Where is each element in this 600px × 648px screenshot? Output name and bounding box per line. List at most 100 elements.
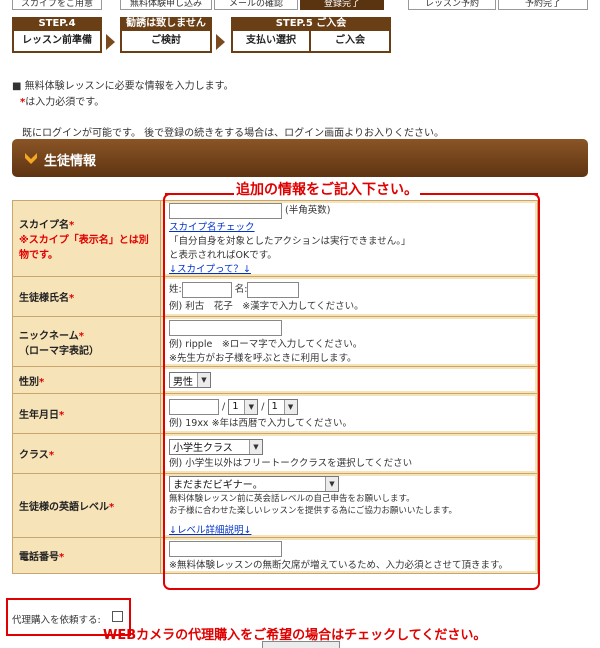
mei-label: 名: — [234, 284, 248, 296]
skype-value: (半角英数) スカイプ名チェック 「自分自身を対象としたアクションは実行できませ… — [163, 202, 535, 275]
form-row-skype: スカイプ名* ※スカイプ「表示名」とは別物です。 (半角英数) スカイプ名チェッ… — [13, 201, 537, 276]
level-note-2: お子様に合わせた楽しいレッスンを提供する為にご協力お願いいたします。 — [169, 505, 457, 516]
name-label: 生徒様氏名* — [13, 277, 161, 316]
birth-year-input[interactable] — [169, 398, 219, 415]
required-mark: * — [59, 552, 65, 563]
form-row-level: 生徒様の英語レベル* まだまだビギナー。 ▼ 無料体験レッスン前に英会話レベルの自… — [13, 473, 537, 537]
birth-day-select[interactable]: 1 ▼ — [267, 398, 298, 415]
chevron-down-icon: ▼ — [249, 439, 262, 454]
step-arrow-icon — [216, 34, 225, 50]
birth-month-select[interactable]: 1 ▼ — [228, 398, 259, 415]
step-consider-label: ご検討 — [120, 31, 212, 53]
class-select[interactable]: 小学生クラス ▼ — [169, 438, 263, 455]
notice-required: *は入力必須です。 — [20, 93, 104, 108]
callout-line — [165, 193, 235, 195]
date-separator: / — [261, 401, 265, 412]
phone-label-text: 電話番号 — [19, 552, 59, 563]
level-label-text: 生徒様の英語レベル — [19, 502, 109, 513]
mei-input[interactable] — [247, 281, 300, 298]
step-5: STEP.5 ご入会 支払い選択 ご入会 — [231, 17, 391, 55]
step-4-head: STEP.4 — [12, 17, 102, 31]
gender-value: 男性 ▼ — [163, 369, 535, 391]
step-consider: 勧誘は致しません ご検討 — [120, 17, 212, 55]
step-tab-mail-confirm: メールの確認 — [214, 0, 298, 10]
skype-help-link[interactable]: ↓スカイプって？↓ — [169, 264, 251, 275]
class-select-value: 小学生クラス — [173, 443, 233, 454]
sei-input[interactable] — [181, 281, 232, 298]
skype-label: スカイプ名* ※スカイプ「表示名」とは別物です。 — [13, 201, 161, 276]
name-example: 例) 利古 花子 ※漢字で入力してください。 — [169, 300, 364, 312]
chevron-down-icon: ▼ — [244, 399, 258, 414]
nickname-note-2: ※先生方がお子様を呼ぶときに利用します。 — [169, 352, 357, 364]
required-mark: * — [109, 502, 115, 513]
section-title: 生徒情報 — [44, 154, 97, 169]
birth-note: 例) 19xx ※年は西暦で入力してください。 — [169, 417, 352, 429]
step-arrow-icon — [106, 34, 115, 50]
nickname-input[interactable] — [169, 319, 282, 336]
proxy-purchase-label: 代理購入を依頼する: — [12, 615, 101, 626]
form-row-name: 生徒様氏名* 姓: 名: 例) 利古 花子 ※漢字で入力してください。 — [13, 276, 537, 316]
form-row-class: クラス* 小学生クラス ▼ 例) 小学生以外はフリートーククラスを選択してください — [13, 433, 537, 473]
required-mark: * — [78, 330, 84, 342]
notice-login: 既にログインが可能です。 後で登録の続きをする場合は、ログイン画面よりお入りくだ… — [22, 128, 444, 139]
step-tab-prepare-skype: スカイプをご用意 — [12, 0, 102, 10]
skype-name-input[interactable] — [169, 202, 282, 219]
gender-label-text: 性別 — [19, 376, 39, 388]
nickname-value: 例) ripple ※ローマ字で入力してください。 ※先生方がお子様を呼ぶときに… — [163, 319, 535, 364]
required-mark: * — [59, 410, 65, 421]
class-label: クラス* — [13, 434, 161, 473]
birth-day-value: 1 — [271, 401, 278, 412]
step-tab-lesson-booking: レッスン予約 — [408, 0, 496, 10]
level-detail-link[interactable]: ↓レベル詳細説明↓ — [169, 525, 251, 536]
gender-select[interactable]: 男性 ▼ — [169, 372, 211, 388]
proxy-purchase-checkbox[interactable] — [112, 611, 123, 622]
step-tab-booking-complete: 予約完了 — [498, 0, 588, 10]
section-chevron-icon — [25, 153, 37, 164]
step-tab-registration-complete: 登録完了 — [300, 0, 384, 10]
nickname-note-1: 例) ripple ※ローマ字で入力してください。 — [169, 338, 363, 350]
chevron-down-icon: ▼ — [325, 476, 338, 491]
step-5-join-label: ご入会 — [311, 31, 391, 53]
student-info-form: スカイプ名* ※スカイプ「表示名」とは別物です。 (半角英数) スカイプ名チェッ… — [12, 200, 538, 574]
phone-value: ※無料体験レッスンの無断欠席が増えているため、入力必須とさせて頂きます。 — [163, 540, 535, 571]
phone-input[interactable] — [169, 540, 282, 557]
sei-label: 姓: — [169, 284, 182, 296]
chevron-down-icon: ▼ — [283, 399, 297, 414]
step-5-head: STEP.5 ご入会 — [231, 17, 391, 31]
form-row-gender: 性別* 男性 ▼ — [13, 366, 537, 393]
birth-month-value: 1 — [232, 401, 239, 412]
required-mark: * — [69, 220, 75, 231]
gender-select-value: 男性 — [173, 376, 193, 388]
step-4: STEP.4 レッスン前準備 — [12, 17, 102, 55]
birth-label: 生年月日* — [13, 394, 161, 433]
class-value: 小学生クラス ▼ 例) 小学生以外はフリートーククラスを選択してください — [163, 436, 535, 471]
phone-label: 電話番号* — [13, 538, 161, 573]
submit-button[interactable] — [262, 641, 340, 648]
step-tab-apply: 無料体験申し込み — [120, 0, 212, 10]
chevron-down-icon: ▼ — [197, 373, 210, 387]
date-separator: / — [222, 401, 226, 412]
birth-value: / 1 ▼ / 1 ▼ 例) 19xx ※年は西暦で入力してください。 — [163, 396, 535, 431]
nickname-label-text: ニックネーム — [19, 330, 79, 342]
gender-label: 性別* — [13, 367, 161, 393]
step-4-label: レッスン前準備 — [12, 31, 102, 53]
form-row-birth: 生年月日* / 1 ▼ / 1 ▼ 例) 19xx ※年は西暦で入力してください。 — [13, 393, 537, 433]
notice-line-2: は入力必須です。 — [25, 97, 105, 108]
skype-note-1: 「自分自身を対象としたアクションは実行できません。」 — [169, 235, 411, 247]
level-note-1: 無料体験レッスン前に英会話レベルの自己申告をお願いします。 — [169, 493, 415, 504]
callout-title: 追加の情報をご記入下さい。 — [234, 179, 420, 199]
level-select[interactable]: まだまだビギナー。 ▼ — [169, 475, 339, 492]
form-row-phone: 電話番号* ※無料体験レッスンの無断欠席が増えているため、入力必須とさせて頂きま… — [13, 537, 537, 573]
section-header-student-info: 生徒情報 — [12, 139, 588, 177]
skype-label-note: ※スカイプ「表示名」とは別物です。 — [19, 235, 149, 261]
skype-check-link[interactable]: スカイプ名チェック — [169, 222, 255, 233]
skype-note-2: と表示されればOKです。 — [169, 249, 277, 261]
required-mark: * — [48, 450, 55, 461]
required-mark: * — [69, 293, 75, 304]
level-label: 生徒様の英語レベル* — [13, 474, 161, 537]
required-mark: * — [39, 376, 45, 388]
callout-line — [454, 193, 538, 195]
nickname-label: ニックネーム* （ローマ字表記） — [13, 317, 161, 366]
skype-hint: (半角英数) — [285, 205, 331, 217]
notice-line-1: ■ 無料体験レッスンに必要な情報を入力します。 — [12, 81, 234, 92]
